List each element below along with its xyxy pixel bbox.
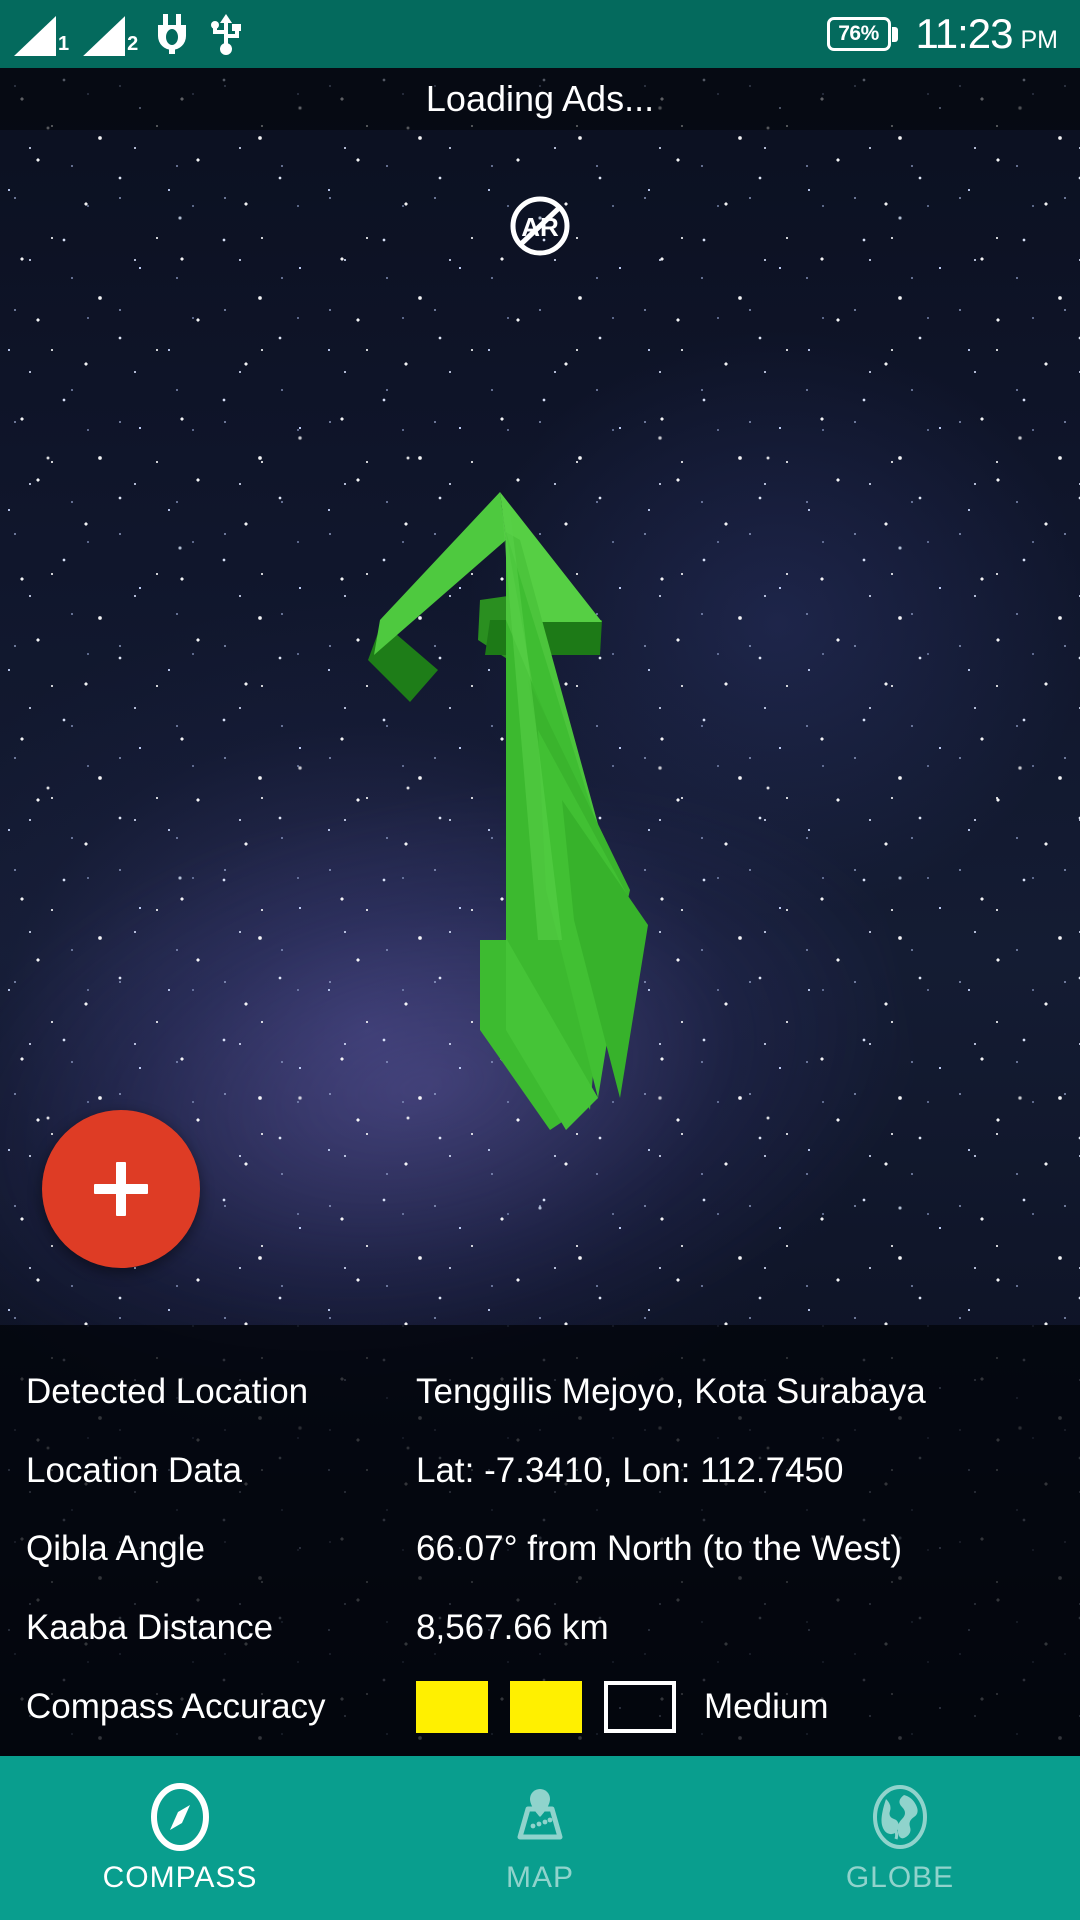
info-label: Compass Accuracy <box>26 1686 326 1726</box>
info-row: Qibla Angle 66.07° from North (to the We… <box>26 1510 1054 1589</box>
status-bar-left-icons: 1 2 <box>14 12 246 56</box>
sim2-label: 2 <box>127 33 139 55</box>
info-label: Location Data <box>26 1450 242 1490</box>
bottom-navigation-bar: COMPASS MAP GLOBE <box>0 1756 1080 1920</box>
compass-icon <box>151 1783 209 1851</box>
accuracy-segment-3 <box>604 1680 676 1733</box>
tab-globe-label: GLOBE <box>845 1861 955 1894</box>
clock-time: 11:23 <box>915 10 1014 57</box>
accuracy-segment-1 <box>416 1680 488 1733</box>
info-label: Kaaba Distance <box>26 1608 274 1648</box>
info-value: Lat: -7.3410, Lon: 112.7450 <box>416 1450 844 1490</box>
accuracy-level-text: Medium <box>704 1686 829 1726</box>
tab-map[interactable]: MAP <box>360 1756 720 1920</box>
status-bar-right: 76% 11:23 PM <box>826 10 1059 58</box>
info-row: Location Data Lat: -7.3410, Lon: 112.745… <box>26 1432 1054 1511</box>
status-bar: 1 2 76% 11:23 PM <box>0 0 1080 68</box>
info-value: 66.07° from North (to the West) <box>416 1529 903 1569</box>
clock-ampm: PM <box>1020 26 1059 54</box>
tab-compass-label: COMPASS <box>102 1861 258 1894</box>
info-value: 8,567.66 km <box>416 1608 609 1648</box>
status-bar-clock: 11:23 PM <box>916 10 1059 58</box>
tab-globe[interactable]: GLOBE <box>720 1756 1080 1920</box>
globe-icon <box>873 1785 927 1849</box>
tab-map-label: MAP <box>505 1861 574 1894</box>
signal-bars-sim1-icon: 1 <box>14 16 69 56</box>
accuracy-segment-2 <box>510 1680 582 1733</box>
info-label: Detected Location <box>26 1372 309 1412</box>
plus-icon <box>94 1162 148 1216</box>
info-label: Qibla Angle <box>26 1529 206 1569</box>
battery-percent: 76% <box>838 22 879 45</box>
accuracy-meter <box>416 1680 676 1733</box>
location-info-panel: Detected Location Tenggilis Mejoyo, Kota… <box>0 1325 1080 1756</box>
ar-disabled-icon[interactable]: AR <box>509 195 571 257</box>
tab-compass[interactable]: COMPASS <box>0 1756 360 1920</box>
charging-plug-icon <box>158 14 187 54</box>
add-button[interactable] <box>42 1110 200 1268</box>
sim1-label: 1 <box>58 33 70 55</box>
qibla-direction-arrow <box>368 492 648 1130</box>
info-value: Tenggilis Mejoyo, Kota Surabaya <box>416 1372 926 1412</box>
qibla-compass-screen: 1 2 76% 11:23 PM Loading Ads... Detected… <box>0 0 1080 1920</box>
usb-icon <box>211 14 242 55</box>
loading-ads-banner: Loading Ads... <box>0 68 1080 130</box>
info-row: Kaaba Distance 8,567.66 km <box>26 1589 1054 1668</box>
battery-icon: 76% <box>826 17 898 51</box>
map-icon <box>517 1789 563 1840</box>
info-row: Detected Location Tenggilis Mejoyo, Kota… <box>26 1353 1054 1432</box>
signal-bars-sim2-icon: 2 <box>83 16 138 56</box>
page-title: Loading Ads... <box>425 78 655 119</box>
compass-accuracy-row: Compass Accuracy Medium <box>26 1667 1054 1746</box>
